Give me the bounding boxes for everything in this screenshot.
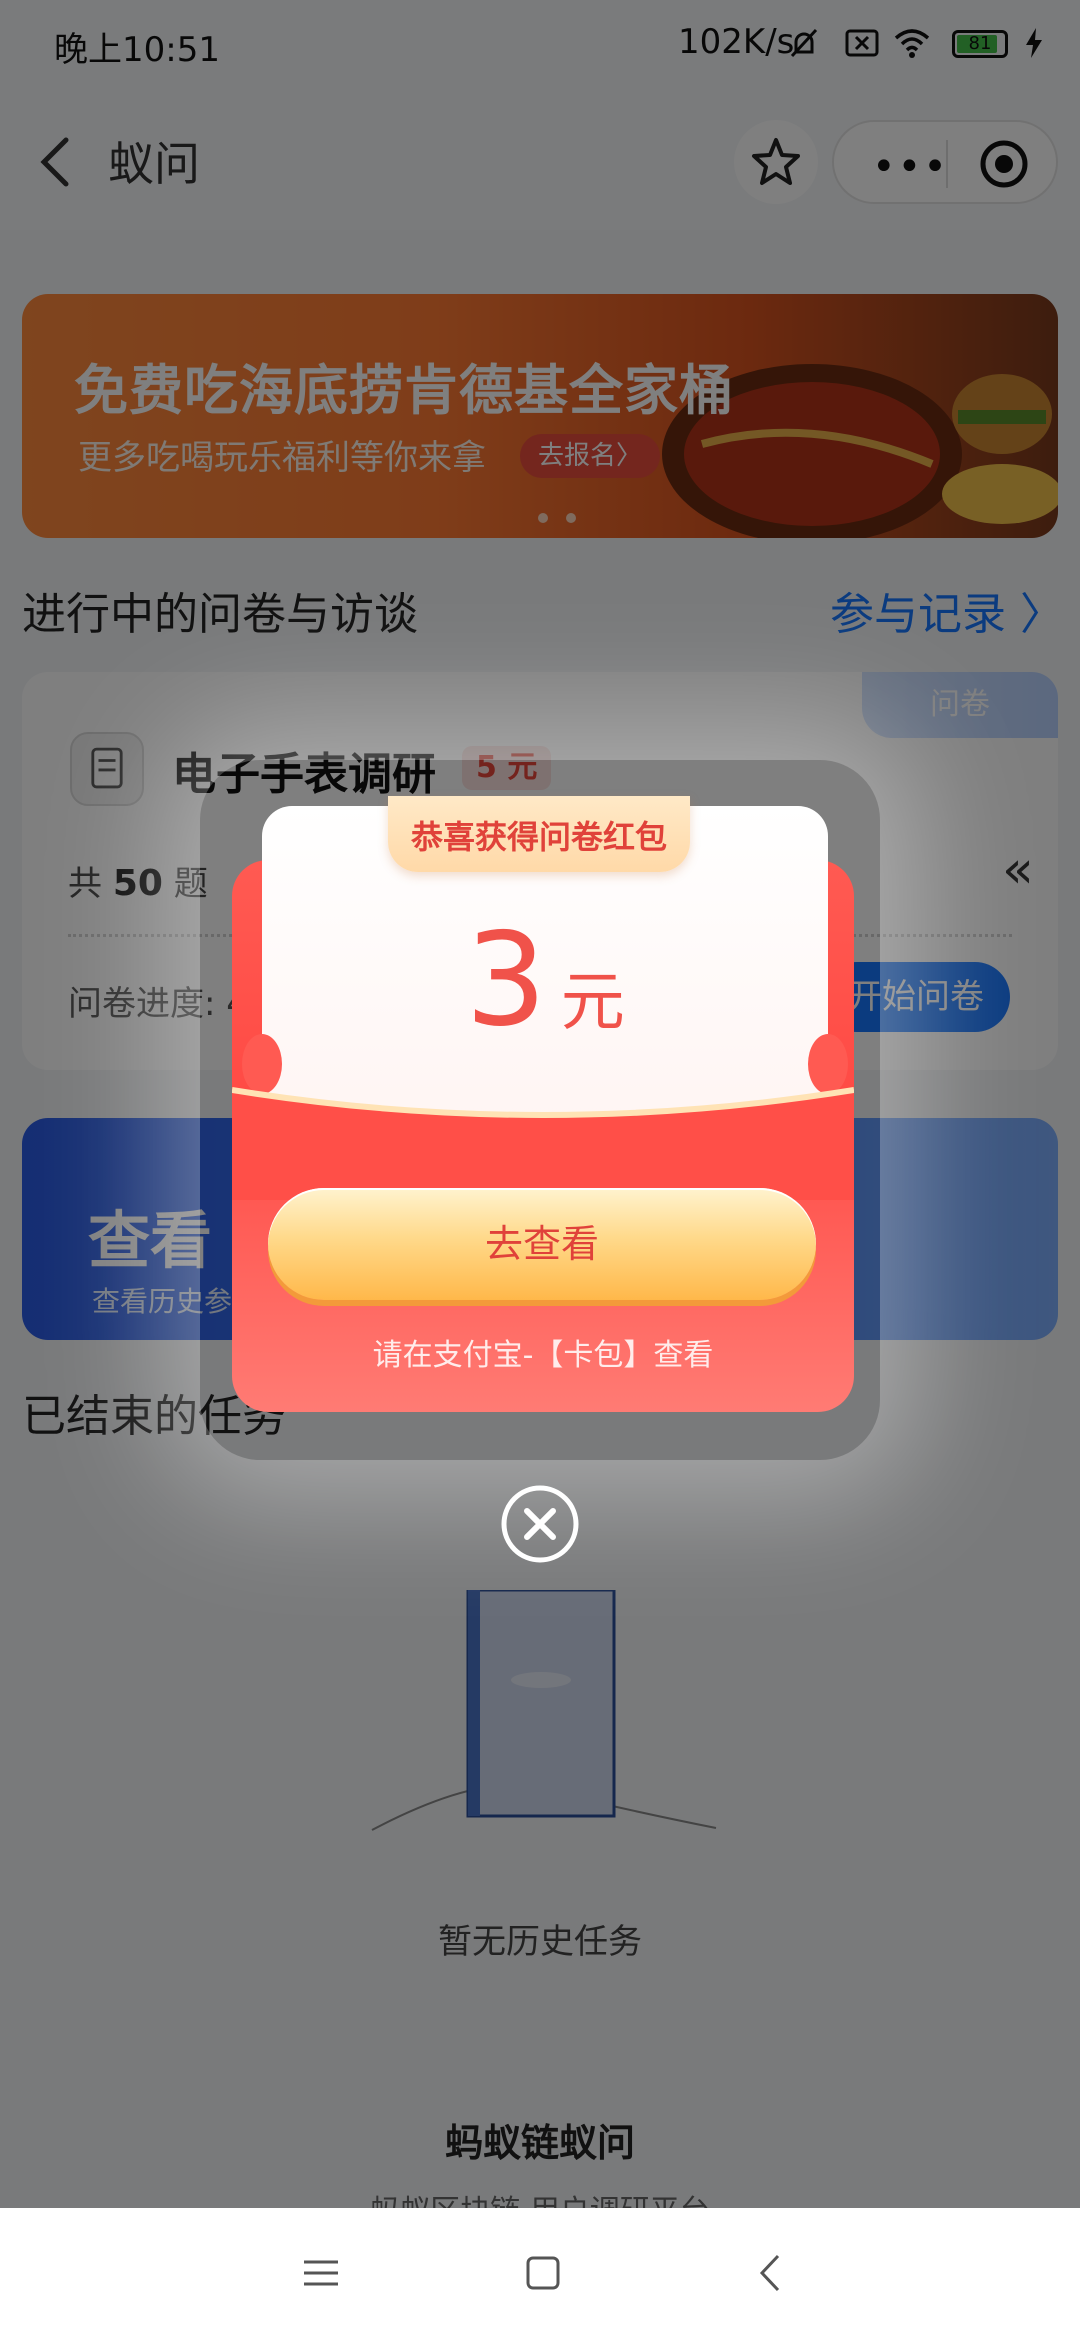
amount-unit: 元 <box>560 966 625 1040</box>
reward-hint: 请在支付宝-【卡包】查看 <box>372 1338 714 1373</box>
system-nav-bar <box>0 2208 1080 2340</box>
reward-amount: 3元 <box>262 906 828 1055</box>
back-icon[interactable] <box>746 2248 796 2298</box>
home-icon[interactable] <box>518 2248 568 2298</box>
amount-value: 3 <box>465 906 547 1055</box>
close-icon[interactable] <box>500 1484 580 1564</box>
view-reward-button[interactable]: 去查看 <box>268 1188 816 1300</box>
menu-icon[interactable] <box>296 2248 346 2298</box>
congrats-text: 恭喜获得问卷红包 <box>410 818 667 856</box>
red-packet-flap <box>232 1087 854 1200</box>
